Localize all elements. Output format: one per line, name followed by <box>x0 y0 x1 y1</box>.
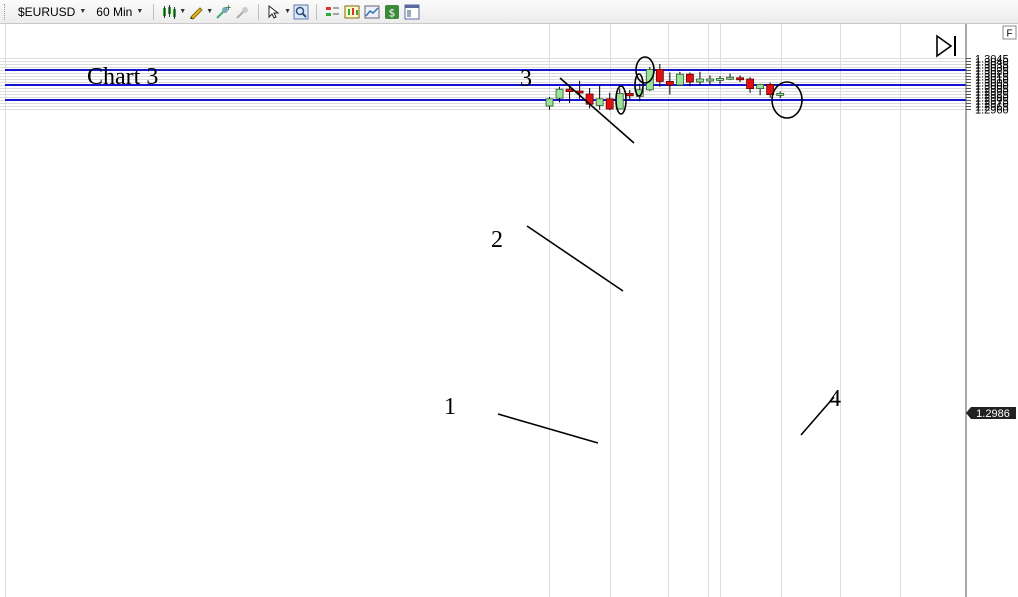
chart-toolbar: $EURUSD ▼ 60 Min ▼ ▼ ▼ + ▼ $ <box>0 0 1018 24</box>
chevron-down-icon: ▼ <box>136 8 144 15</box>
bullish-candle <box>545 98 554 107</box>
dollar-icon[interactable]: $ <box>384 4 400 20</box>
bearish-candle <box>746 78 754 89</box>
bullish-candle <box>776 93 785 96</box>
price-axis[interactable]: 1.30451.30401.30351.30301.30251.30201.30… <box>965 24 1018 597</box>
bearish-candle <box>665 81 674 86</box>
bullish-candle <box>726 76 734 80</box>
toolbar-grip[interactable] <box>4 3 7 20</box>
chevron-down-icon: ▼ <box>79 8 87 15</box>
annotation-label-3: 3 <box>520 66 532 92</box>
timeframe-dropdown[interactable]: 60 Min ▼ <box>91 5 148 19</box>
panel-f-box[interactable]: F <box>1002 25 1017 40</box>
scroll-to-end-icon[interactable] <box>936 34 956 58</box>
chevron-down-icon[interactable]: ▼ <box>179 8 186 15</box>
toolbar-divider <box>316 3 318 20</box>
annotation-pointer-line <box>526 225 624 292</box>
strategy-icon[interactable] <box>324 4 340 20</box>
bearish-candle <box>605 98 614 110</box>
chevron-down-icon[interactable]: ▼ <box>284 8 291 15</box>
panel-letter: F <box>1006 29 1012 40</box>
bearish-candle <box>625 93 634 97</box>
chart-trader-icon[interactable] <box>344 4 360 20</box>
annotation-pointer-line <box>497 413 599 444</box>
remove-indicator-icon[interactable] <box>235 4 251 20</box>
bullish-candle <box>756 84 765 90</box>
symbol-dropdown[interactable]: $EURUSD ▼ <box>13 5 91 19</box>
timeframe-label: 60 Min <box>96 4 133 19</box>
price-badge-label: 1.2986 <box>976 408 1010 420</box>
chart-title-label: Chart 3 <box>87 64 159 90</box>
chevron-down-icon[interactable]: ▼ <box>206 8 213 15</box>
properties-icon[interactable] <box>404 4 420 20</box>
grid-lines <box>0 24 966 597</box>
bullish-candle <box>595 98 604 106</box>
svg-text:$: $ <box>389 6 396 19</box>
bearish-candle <box>655 69 664 82</box>
bearish-candle <box>686 73 694 83</box>
zoom-icon[interactable] <box>293 4 309 20</box>
add-indicator-icon[interactable]: + <box>215 4 231 20</box>
toolbar-divider <box>153 3 155 20</box>
toolbar-divider <box>258 3 260 20</box>
bullish-candle <box>696 78 704 83</box>
symbol-label: $EURUSD <box>18 4 76 19</box>
annotation-label-1: 1 <box>444 394 456 420</box>
candlestick-icon[interactable] <box>161 4 177 20</box>
pencil-icon[interactable] <box>188 4 204 20</box>
bearish-candle <box>736 77 744 81</box>
price-chart[interactable]: 1.30451.30401.30351.30301.30251.30201.30… <box>0 24 1018 597</box>
bullish-candle <box>645 69 654 91</box>
svg-text:+: + <box>225 4 231 12</box>
annotation-label-2: 2 <box>491 227 503 253</box>
bullish-candle <box>555 88 564 99</box>
y-tick-label: 1.2960 <box>975 105 1009 117</box>
annotation-markers <box>497 56 835 444</box>
annotation-label-4: 4 <box>829 386 841 412</box>
cursor-icon[interactable] <box>266 4 282 20</box>
data-box-icon[interactable] <box>364 4 380 20</box>
bullish-candle <box>675 73 684 86</box>
bullish-candle <box>716 78 724 81</box>
bullish-candle <box>706 78 714 82</box>
price-badge: 1.2986 <box>966 407 1016 420</box>
